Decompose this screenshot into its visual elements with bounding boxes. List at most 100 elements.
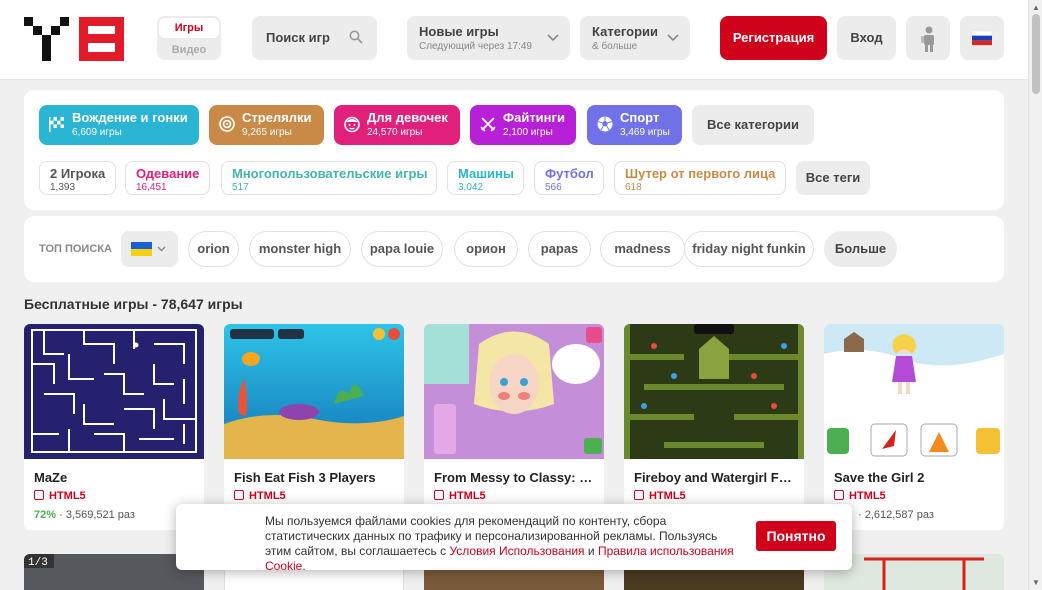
tag-fps[interactable]: Шутер от первого лица 618 <box>614 161 786 195</box>
svg-text:1/3: 1/3 <box>28 557 48 569</box>
game-title[interactable]: MaZe <box>34 470 196 485</box>
top-search-item[interactable]: friday night funkin <box>684 231 814 267</box>
game-title[interactable]: Fireboy and Watergirl For... <box>634 470 796 485</box>
top-search-item[interactable]: madness <box>600 231 685 267</box>
game-card[interactable]: From Messy to Classy: Pr... HTML5 <box>424 324 604 530</box>
category-girls[interactable]: Для девочек 24,570 игры <box>334 105 460 145</box>
tag-name: 2 Игрока <box>50 166 106 181</box>
top-search-item[interactable]: papa louie <box>361 231 443 267</box>
game-title[interactable]: Fish Eat Fish 3 Players <box>234 470 396 485</box>
tag-dressup[interactable]: Одевание 16,451 <box>125 161 210 195</box>
scrollbar-thumb[interactable] <box>1032 14 1040 94</box>
video-toggle[interactable]: Видео <box>157 40 221 60</box>
tag-name: Футбол <box>545 166 594 181</box>
top-search-item[interactable]: papas <box>528 231 591 267</box>
language-button[interactable] <box>960 16 1004 60</box>
register-button[interactable]: Регистрация <box>720 16 827 60</box>
scrollbar[interactable]: ▲ ▼ <box>1028 0 1042 590</box>
game-card[interactable]: Fish Eat Fish 3 Players HTML5 <box>224 324 404 530</box>
cookie-end: . <box>302 559 306 573</box>
tag-football[interactable]: Футбол 566 <box>534 161 604 195</box>
game-stats: 72% · 3,569,521 раз <box>34 509 135 521</box>
category-racing[interactable]: Вождение и гонки 6,609 игры <box>39 105 199 145</box>
all-categories-button[interactable]: Все категории <box>692 105 814 145</box>
category-fighting[interactable]: Файтинги 2,100 игры <box>470 105 576 145</box>
tag-multiplayer[interactable]: Многопользовательские игры 517 <box>221 161 437 195</box>
site-logo[interactable] <box>24 17 124 61</box>
html5-badge: HTML5 <box>34 490 86 502</box>
tag-count: 517 <box>232 182 249 193</box>
terms-link[interactable]: Условия Использования <box>449 544 584 558</box>
tag-count: 1,393 <box>50 182 76 193</box>
search-placeholder: Поиск игр <box>266 30 330 45</box>
chevron-down-icon <box>547 34 559 42</box>
category-count: 3,469 игры <box>620 127 670 138</box>
category-name: Файтинги <box>503 110 565 125</box>
russia-flag-icon <box>971 30 993 46</box>
ukraine-flag-icon <box>131 242 166 256</box>
girl-face-icon <box>344 116 360 133</box>
game-card[interactable]: MaZe HTML5 72% · 3,569,521 раз <box>24 324 204 530</box>
chevron-down-icon <box>667 34 679 42</box>
login-button[interactable]: Вход <box>837 16 896 60</box>
category-count: 2,100 игры <box>503 127 553 138</box>
game-rating: 72% <box>34 509 57 521</box>
tag-count: 618 <box>625 182 642 193</box>
cookie-banner: Мы пользуемся файлами cookies для рекоме… <box>176 504 852 573</box>
cookie-and: и <box>584 544 598 558</box>
game-thumbnail[interactable] <box>424 324 604 459</box>
game-thumbnail[interactable] <box>824 324 1004 459</box>
game-thumbnail[interactable] <box>224 324 404 459</box>
user-account-button[interactable] <box>906 16 950 60</box>
categories-dropdown[interactable]: Категории & больше <box>580 16 690 60</box>
soccer-ball-icon <box>597 116 613 132</box>
game-thumbnail[interactable] <box>24 324 204 459</box>
game-title[interactable]: Save the Girl 2 <box>834 470 996 485</box>
all-tags-button[interactable]: Все теги <box>796 161 870 195</box>
categories-card: Вождение и гонки 6,609 игры Стрелялки 9,… <box>24 90 1004 210</box>
top-search-item[interactable]: orion <box>188 231 239 267</box>
game-card[interactable]: Fireboy and Watergirl For... HTML5 <box>624 324 804 530</box>
categories-title: Категории <box>592 24 659 39</box>
search-icon[interactable] <box>349 30 363 44</box>
search-box[interactable]: Поиск игр <box>252 16 377 60</box>
top-search-item[interactable]: орион <box>454 231 518 267</box>
new-games-dropdown[interactable]: Новые игры Следующий через 17:49 <box>407 16 570 60</box>
crossed-swords-icon <box>480 117 496 132</box>
tag-name: Машины <box>458 166 514 181</box>
category-name: Стрелялки <box>242 110 312 125</box>
tag-name: Одевание <box>136 166 200 181</box>
scroll-down-arrow-icon[interactable]: ▼ <box>1032 578 1040 587</box>
category-shooting[interactable]: Стрелялки 9,265 игры <box>209 105 324 145</box>
country-select[interactable] <box>121 231 178 267</box>
badge-label: HTML5 <box>49 490 86 502</box>
game-plays: · 2,612,587 раз <box>858 509 934 521</box>
header: Игры Видео Поиск игр Новые игры Следующи… <box>0 0 1028 80</box>
top-search-item[interactable]: monster high <box>249 231 351 267</box>
html5-badge: HTML5 <box>434 490 486 502</box>
tag-name: Шутер от первого лица <box>625 166 776 181</box>
tag-count: 566 <box>545 182 562 193</box>
html5-badge: HTML5 <box>834 490 886 502</box>
category-name: Вождение и гонки <box>72 110 188 125</box>
cookie-text: Мы пользуемся файлами cookies для рекоме… <box>265 514 745 574</box>
category-sport[interactable]: Спорт 3,469 игры <box>587 105 682 145</box>
scroll-up-arrow-icon[interactable]: ▲ <box>1032 3 1040 12</box>
html5-icon <box>234 490 244 500</box>
user-icon <box>921 26 934 52</box>
tag-count: 3,042 <box>458 182 484 193</box>
more-searches-button[interactable]: Больше <box>824 231 897 267</box>
game-card[interactable]: Save the Girl 2 HTML5 · 2,612,587 раз <box>824 324 1004 530</box>
cookie-accept-button[interactable]: Понятно <box>756 521 836 551</box>
game-title[interactable]: From Messy to Classy: Pr... <box>434 470 596 485</box>
tag-cars[interactable]: Машины 3,042 <box>447 161 524 195</box>
new-games-title: Новые игры <box>419 24 499 39</box>
new-games-subtitle: Следующий через 17:49 <box>419 41 532 52</box>
games-toggle[interactable]: Игры <box>159 18 219 38</box>
game-thumbnail[interactable] <box>624 324 804 459</box>
tag-2-players[interactable]: 2 Игрока 1,393 <box>39 161 116 195</box>
category-name: Для девочек <box>367 110 448 125</box>
html5-icon <box>434 490 444 500</box>
category-name: Спорт <box>620 110 660 125</box>
category-count: 6,609 игры <box>72 127 122 138</box>
